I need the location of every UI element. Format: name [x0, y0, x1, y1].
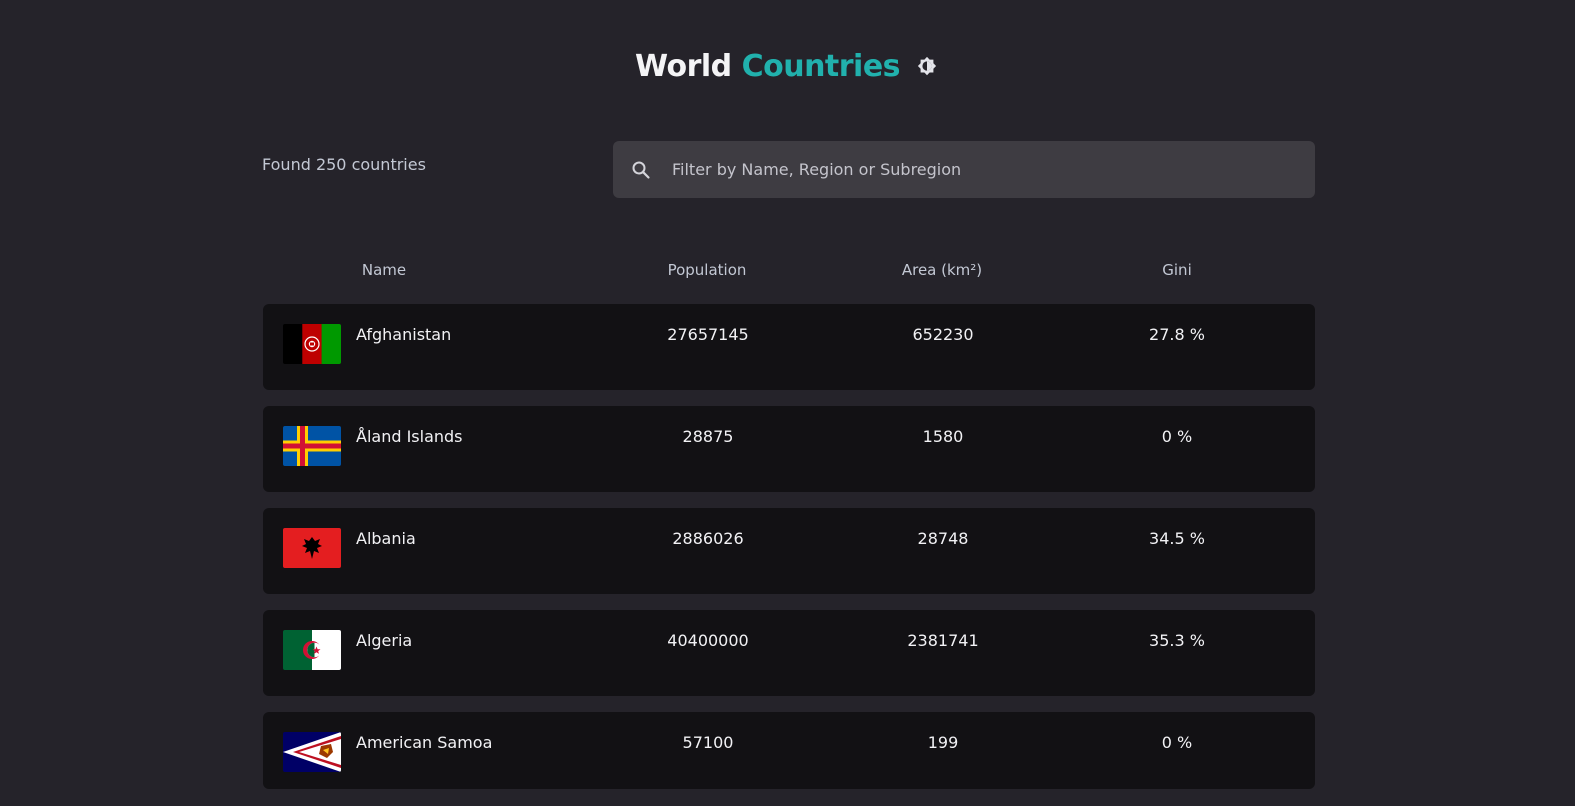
- column-header-area[interactable]: Area (km²): [902, 261, 982, 279]
- country-row[interactable]: Algeria 40400000 2381741 35.3 %: [263, 610, 1315, 696]
- search-box[interactable]: [613, 141, 1315, 198]
- column-header-gini[interactable]: Gini: [1162, 261, 1191, 279]
- brightness-icon: [917, 56, 937, 76]
- title-countries: Countries: [741, 48, 901, 84]
- algeria-flag-icon: [283, 630, 341, 670]
- country-name: Afghanistan: [356, 325, 452, 344]
- country-row[interactable]: Albania 2886026 28748 34.5 %: [263, 508, 1315, 594]
- results-count: Found 250 countries: [262, 155, 426, 174]
- country-population: 57100: [682, 733, 734, 752]
- country-population: 28875: [682, 427, 734, 446]
- column-header-population[interactable]: Population: [668, 261, 747, 279]
- country-row[interactable]: Afghanistan 27657145 652230 27.8 %: [263, 304, 1315, 390]
- country-area: 652230: [912, 325, 974, 344]
- column-header-name[interactable]: Name: [362, 261, 406, 279]
- aland-flag-icon: [283, 426, 341, 466]
- country-gini: 35.3 %: [1149, 631, 1205, 650]
- country-population: 40400000: [667, 631, 749, 650]
- country-name: American Samoa: [356, 733, 493, 752]
- afghanistan-flag-icon: [283, 324, 341, 364]
- country-population: 2886026: [672, 529, 744, 548]
- theme-toggle-button[interactable]: [914, 53, 940, 79]
- country-list: Afghanistan 27657145 652230 27.8 % Åland…: [263, 304, 1315, 805]
- country-name: Åland Islands: [356, 427, 463, 446]
- country-area: 199: [927, 733, 959, 752]
- albania-flag-icon: [283, 528, 341, 568]
- country-name: Algeria: [356, 631, 413, 650]
- page-title: World Countries: [634, 48, 901, 84]
- country-area: 2381741: [907, 631, 979, 650]
- search-input[interactable]: [670, 148, 1315, 191]
- country-gini: 0 %: [1161, 733, 1193, 752]
- title-world: World: [634, 48, 732, 84]
- country-gini: 0 %: [1161, 427, 1193, 446]
- country-name: Albania: [356, 529, 416, 548]
- table-header: Name Population Area (km²) Gini: [263, 259, 1315, 283]
- country-gini: 34.5 %: [1149, 529, 1205, 548]
- app-header: World Countries: [0, 44, 1575, 88]
- search-icon: [630, 159, 652, 181]
- country-population: 27657145: [667, 325, 749, 344]
- country-gini: 27.8 %: [1149, 325, 1205, 344]
- country-area: 1580: [922, 427, 964, 446]
- country-area: 28748: [917, 529, 969, 548]
- country-row[interactable]: American Samoa 57100 199 0 %: [263, 712, 1315, 789]
- american-samoa-flag-icon: [283, 732, 341, 772]
- country-row[interactable]: Åland Islands 28875 1580 0 %: [263, 406, 1315, 492]
